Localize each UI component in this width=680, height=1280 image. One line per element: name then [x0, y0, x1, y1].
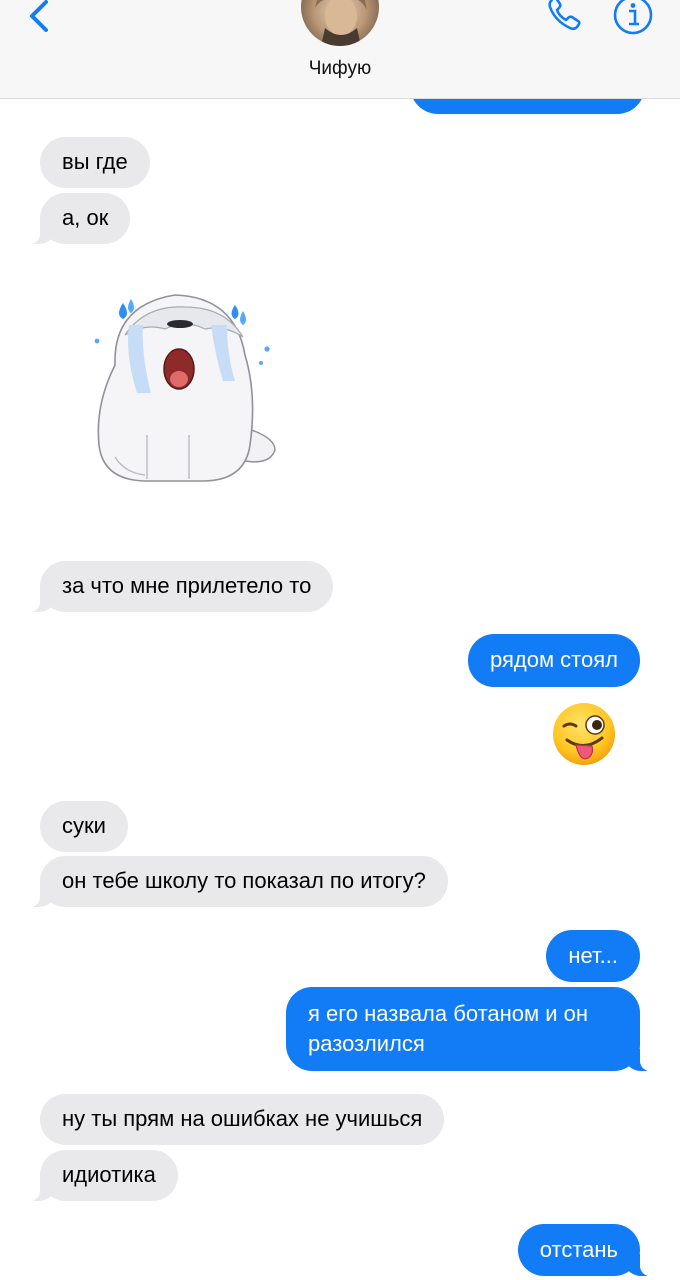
message-text: я его назвала ботаном и он разозлился: [308, 1001, 589, 1056]
message-text: вы где: [62, 149, 128, 174]
message-bubble-outgoing[interactable]: рядом стоял: [467, 634, 640, 687]
message-bubble-outgoing[interactable]: нет...: [546, 930, 640, 982]
phone-icon[interactable]: [543, 0, 585, 36]
message-bubble-incoming[interactable]: за что мне прилетело то: [27, 561, 334, 612]
message-text: он тебе школу то показал по итогу?: [62, 868, 426, 893]
message-bubble-outgoing[interactable]: я его назвала ботаном и он разозлился: [286, 987, 652, 1071]
message-text: идиотика: [62, 1162, 156, 1187]
message-bubble-incoming[interactable]: суки: [40, 801, 128, 852]
chevron-left-icon[interactable]: [22, 0, 62, 36]
message-bubble-incoming[interactable]: идиотика: [28, 1150, 178, 1201]
message-text: ну ты прям на ошибках не учишься: [62, 1106, 423, 1131]
chat-screen: Чифую вы где а, ок за что мне прилетело …: [0, 0, 680, 1280]
chat-header: Чифую: [0, 0, 680, 99]
winking-tongue-emoji[interactable]: [550, 700, 618, 768]
avatar[interactable]: [301, 0, 379, 46]
message-text: а, ок: [62, 205, 109, 230]
message-bubble-outgoing[interactable]: отстань: [517, 1224, 653, 1276]
message-bubble-incoming[interactable]: а, ок: [27, 193, 131, 244]
message-text: суки: [62, 813, 106, 838]
message-text: рядом стоял: [489, 647, 618, 672]
message-bubble-incoming[interactable]: он тебе школу то показал по итогу?: [28, 856, 448, 907]
message-text: за что мне прилетело то: [62, 573, 312, 598]
message-bubble-incoming[interactable]: вы где: [40, 137, 150, 188]
crying-white-dog-sticker[interactable]: [85, 285, 285, 490]
message-text: отстань: [539, 1237, 618, 1262]
message-text: нет...: [568, 943, 618, 968]
contact-name[interactable]: Чифую: [0, 58, 680, 80]
info-icon[interactable]: [612, 0, 654, 36]
message-bubble-incoming[interactable]: ну ты прям на ошибках не учишься: [40, 1094, 445, 1145]
